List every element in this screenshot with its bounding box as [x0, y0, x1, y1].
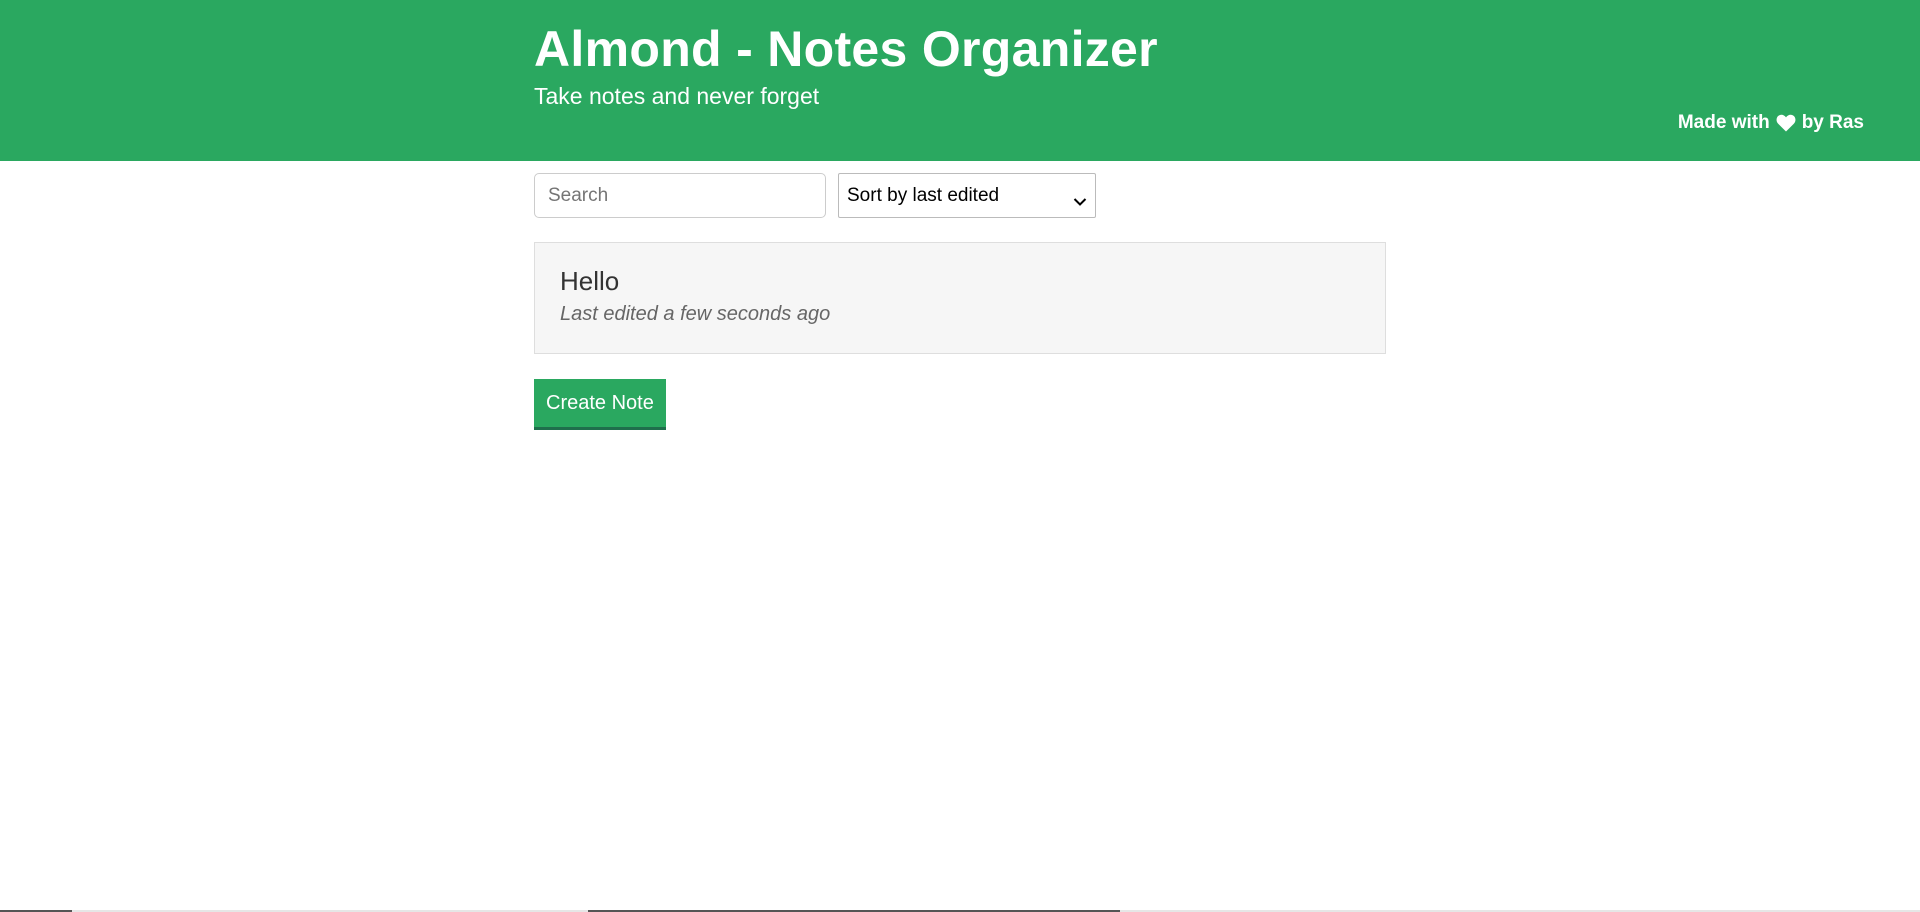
- credit-prefix: Made with: [1677, 112, 1770, 133]
- filter-controls: Sort by last edited: [534, 173, 1386, 218]
- create-note-button[interactable]: Create Note: [534, 379, 666, 430]
- chevron-down-icon: [1073, 191, 1087, 206]
- sort-select-value: Sort by last edited: [847, 184, 1000, 206]
- app-header: Almond - Notes Organizer Take notes and …: [0, 0, 1920, 161]
- main-content: Sort by last edited Hello Last edited a …: [534, 173, 1386, 430]
- note-last-edited: Last edited a few seconds ago: [560, 303, 831, 325]
- credit-suffix: by Ras: [1801, 112, 1864, 133]
- search-input[interactable]: [534, 173, 826, 218]
- credit-text: Made with by Ras: [1678, 112, 1864, 134]
- header-container: Almond - Notes Organizer Take notes and …: [534, 18, 1386, 143]
- sort-select[interactable]: Sort by last edited: [838, 173, 1096, 218]
- note-title: Hello: [560, 266, 620, 296]
- app-subtitle: Take notes and never forget: [534, 83, 820, 109]
- app-title: Almond - Notes Organizer: [534, 21, 1158, 77]
- heart-icon: [1776, 114, 1796, 132]
- note-card[interactable]: Hello Last edited a few seconds ago: [534, 242, 1386, 354]
